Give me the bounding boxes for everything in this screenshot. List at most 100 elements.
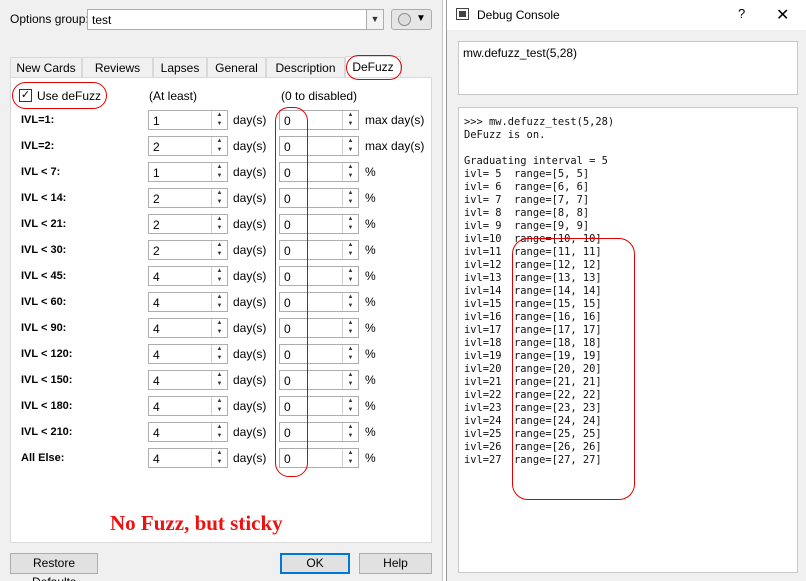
fuzz-spinbox[interactable]: 0 ▲ ▼: [279, 370, 359, 390]
spin-up-icon[interactable]: ▲: [212, 293, 227, 302]
help-icon[interactable]: ?: [738, 6, 745, 21]
spin-up-icon[interactable]: ▲: [343, 215, 358, 224]
tab-description[interactable]: Description: [266, 57, 345, 78]
spin-up-icon[interactable]: ▲: [343, 449, 358, 458]
fuzz-spinbox[interactable]: 0 ▲ ▼: [279, 214, 359, 234]
spin-down-icon[interactable]: ▼: [343, 380, 358, 389]
spin-up-icon[interactable]: ▲: [212, 345, 227, 354]
spin-up-icon[interactable]: ▲: [212, 215, 227, 224]
min-days-spinbox[interactable]: 4 ▲ ▼: [148, 370, 228, 390]
spin-up-icon[interactable]: ▲: [343, 293, 358, 302]
min-days-spinbox[interactable]: 2 ▲ ▼: [148, 188, 228, 208]
options-group-gear-button[interactable]: ▼: [391, 9, 432, 30]
spin-down-icon[interactable]: ▼: [343, 354, 358, 363]
spin-buttons[interactable]: ▲ ▼: [211, 371, 227, 389]
spin-up-icon[interactable]: ▲: [212, 371, 227, 380]
fuzz-spinbox[interactable]: 0 ▲ ▼: [279, 396, 359, 416]
fuzz-spinbox[interactable]: 0 ▲ ▼: [279, 344, 359, 364]
spin-buttons[interactable]: ▲ ▼: [342, 189, 358, 207]
spin-buttons[interactable]: ▲ ▼: [342, 163, 358, 181]
min-days-spinbox[interactable]: 2 ▲ ▼: [148, 214, 228, 234]
tab-general[interactable]: General: [207, 57, 266, 78]
spin-buttons[interactable]: ▲ ▼: [342, 449, 358, 467]
spin-down-icon[interactable]: ▼: [343, 146, 358, 155]
spin-down-icon[interactable]: ▼: [343, 276, 358, 285]
min-days-spinbox[interactable]: 4 ▲ ▼: [148, 422, 228, 442]
fuzz-spinbox[interactable]: 0 ▲ ▼: [279, 240, 359, 260]
spin-up-icon[interactable]: ▲: [343, 111, 358, 120]
fuzz-spinbox[interactable]: 0 ▲ ▼: [279, 136, 359, 156]
spin-down-icon[interactable]: ▼: [212, 172, 227, 181]
spin-down-icon[interactable]: ▼: [343, 120, 358, 129]
spin-down-icon[interactable]: ▼: [212, 146, 227, 155]
spin-down-icon[interactable]: ▼: [343, 250, 358, 259]
spin-buttons[interactable]: ▲ ▼: [342, 137, 358, 155]
min-days-spinbox[interactable]: 1 ▲ ▼: [148, 110, 228, 130]
spin-up-icon[interactable]: ▲: [343, 423, 358, 432]
spin-buttons[interactable]: ▲ ▼: [211, 423, 227, 441]
min-days-spinbox[interactable]: 4 ▲ ▼: [148, 448, 228, 468]
fuzz-spinbox[interactable]: 0 ▲ ▼: [279, 448, 359, 468]
spin-buttons[interactable]: ▲ ▼: [342, 293, 358, 311]
spin-up-icon[interactable]: ▲: [343, 189, 358, 198]
spin-down-icon[interactable]: ▼: [212, 406, 227, 415]
spin-buttons[interactable]: ▲ ▼: [342, 241, 358, 259]
min-days-spinbox[interactable]: 4 ▲ ▼: [148, 396, 228, 416]
min-days-spinbox[interactable]: 2 ▲ ▼: [148, 136, 228, 156]
spin-buttons[interactable]: ▲ ▼: [211, 111, 227, 129]
options-group-select[interactable]: test ▼: [87, 9, 384, 30]
use-defuzz-checkbox[interactable]: ✓: [19, 89, 32, 102]
spin-down-icon[interactable]: ▼: [212, 250, 227, 259]
fuzz-spinbox[interactable]: 0 ▲ ▼: [279, 318, 359, 338]
fuzz-spinbox[interactable]: 0 ▲ ▼: [279, 188, 359, 208]
fuzz-spinbox[interactable]: 0 ▲ ▼: [279, 162, 359, 182]
spin-buttons[interactable]: ▲ ▼: [211, 345, 227, 363]
spin-buttons[interactable]: ▲ ▼: [211, 397, 227, 415]
fuzz-spinbox[interactable]: 0 ▲ ▼: [279, 292, 359, 312]
tab-new-cards[interactable]: New Cards: [10, 57, 82, 78]
spin-up-icon[interactable]: ▲: [212, 319, 227, 328]
spin-up-icon[interactable]: ▲: [212, 267, 227, 276]
spin-down-icon[interactable]: ▼: [212, 120, 227, 129]
spin-up-icon[interactable]: ▲: [212, 241, 227, 250]
spin-down-icon[interactable]: ▼: [212, 224, 227, 233]
spin-up-icon[interactable]: ▲: [212, 111, 227, 120]
fuzz-spinbox[interactable]: 0 ▲ ▼: [279, 110, 359, 130]
spin-down-icon[interactable]: ▼: [343, 406, 358, 415]
spin-buttons[interactable]: ▲ ▼: [342, 267, 358, 285]
spin-down-icon[interactable]: ▼: [343, 432, 358, 441]
spin-down-icon[interactable]: ▼: [343, 302, 358, 311]
chevron-down-icon[interactable]: ▼: [366, 10, 383, 29]
spin-up-icon[interactable]: ▲: [212, 397, 227, 406]
spin-buttons[interactable]: ▲ ▼: [342, 319, 358, 337]
min-days-spinbox[interactable]: 4 ▲ ▼: [148, 292, 228, 312]
close-icon[interactable]: ✕: [776, 5, 789, 25]
spin-up-icon[interactable]: ▲: [343, 241, 358, 250]
min-days-spinbox[interactable]: 2 ▲ ▼: [148, 240, 228, 260]
spin-down-icon[interactable]: ▼: [343, 458, 358, 467]
spin-buttons[interactable]: ▲ ▼: [211, 189, 227, 207]
ok-button[interactable]: OK: [280, 553, 350, 574]
spin-down-icon[interactable]: ▼: [212, 380, 227, 389]
spin-up-icon[interactable]: ▲: [343, 137, 358, 146]
spin-down-icon[interactable]: ▼: [212, 198, 227, 207]
spin-buttons[interactable]: ▲ ▼: [342, 345, 358, 363]
spin-up-icon[interactable]: ▲: [343, 319, 358, 328]
spin-buttons[interactable]: ▲ ▼: [211, 163, 227, 181]
min-days-spinbox[interactable]: 4 ▲ ▼: [148, 344, 228, 364]
spin-buttons[interactable]: ▲ ▼: [342, 111, 358, 129]
spin-buttons[interactable]: ▲ ▼: [342, 371, 358, 389]
fuzz-spinbox[interactable]: 0 ▲ ▼: [279, 422, 359, 442]
spin-down-icon[interactable]: ▼: [212, 276, 227, 285]
min-days-spinbox[interactable]: 1 ▲ ▼: [148, 162, 228, 182]
spin-up-icon[interactable]: ▲: [212, 449, 227, 458]
spin-down-icon[interactable]: ▼: [212, 432, 227, 441]
spin-up-icon[interactable]: ▲: [343, 371, 358, 380]
debug-output-panel[interactable]: >>> mw.defuzz_test(5,28) DeFuzz is on. Gra…: [458, 107, 798, 573]
tab-reviews[interactable]: Reviews: [82, 57, 153, 78]
spin-up-icon[interactable]: ▲: [343, 163, 358, 172]
tab-defuzz[interactable]: DeFuzz: [345, 56, 401, 78]
spin-up-icon[interactable]: ▲: [212, 189, 227, 198]
restore-defaults-button[interactable]: Restore Defaults: [10, 553, 98, 581]
spin-buttons[interactable]: ▲ ▼: [211, 449, 227, 467]
